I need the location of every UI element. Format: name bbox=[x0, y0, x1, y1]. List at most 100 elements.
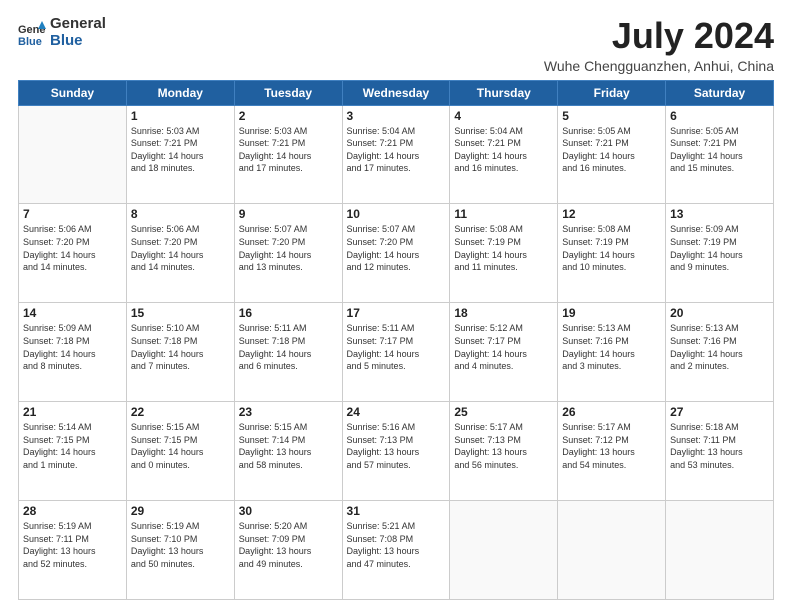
cell-info: Sunrise: 5:07 AM Sunset: 7:20 PM Dayligh… bbox=[347, 223, 446, 273]
logo-general-text: General bbox=[50, 16, 106, 33]
calendar-cell: 7 Sunrise: 5:06 AM Sunset: 7:20 PM Daylig… bbox=[19, 204, 127, 303]
calendar-cell: 14Sunrise: 5:09 AM Sunset: 7:18 PM Dayli… bbox=[19, 303, 127, 402]
calendar-cell: 23 Sunrise: 5:15 AM Sunset: 7:14 PM Dayli… bbox=[234, 402, 342, 501]
calendar-header-row: SundayMondayTuesdayWednesdayThursdayFrid… bbox=[19, 80, 774, 105]
cell-info: Sunrise: 5:17 AM Sunset: 7:12 PM Dayligh… bbox=[562, 421, 661, 471]
calendar-cell: 16 Sunrise: 5:11 AM Sunset: 7:18 PM Dayli… bbox=[234, 303, 342, 402]
title-location: Wuhe Chengguanzhen, Anhui, China bbox=[544, 58, 774, 74]
calendar-cell bbox=[450, 501, 558, 600]
calendar-cell bbox=[666, 501, 774, 600]
day-number: 31 bbox=[347, 504, 446, 518]
day-number: 27 bbox=[670, 405, 769, 419]
day-number: 18 bbox=[454, 306, 553, 320]
calendar-week-4: 21 Sunrise: 5:14 AM Sunset: 7:15 PM Dayli… bbox=[19, 402, 774, 501]
calendar-cell: 9 Sunrise: 5:07 AM Sunset: 7:20 PM Daylig… bbox=[234, 204, 342, 303]
cell-info: Sunrise: 5:20 AM Sunset: 7:09 PM Dayligh… bbox=[239, 520, 338, 570]
day-number: 19 bbox=[562, 306, 661, 320]
cell-info: Sunrise: 5:08 AM Sunset: 7:19 PM Dayligh… bbox=[454, 223, 553, 273]
calendar-cell: 12 Sunrise: 5:08 AM Sunset: 7:19 PM Dayli… bbox=[558, 204, 666, 303]
calendar-cell bbox=[19, 105, 127, 204]
cell-info: Sunrise: 5:03 AM Sunset: 7:21 PM Dayligh… bbox=[239, 125, 338, 175]
day-number: 4 bbox=[454, 109, 553, 123]
calendar-week-2: 7 Sunrise: 5:06 AM Sunset: 7:20 PM Daylig… bbox=[19, 204, 774, 303]
svg-text:Blue: Blue bbox=[18, 36, 42, 47]
day-number: 20 bbox=[670, 306, 769, 320]
logo: General Blue General Blue bbox=[18, 16, 106, 49]
calendar-cell: 6Sunrise: 5:05 AM Sunset: 7:21 PM Daylig… bbox=[666, 105, 774, 204]
cell-info: Sunrise: 5:21 AM Sunset: 7:08 PM Dayligh… bbox=[347, 520, 446, 570]
day-number: 12 bbox=[562, 207, 661, 221]
calendar-header-thursday: Thursday bbox=[450, 80, 558, 105]
day-number: 23 bbox=[239, 405, 338, 419]
calendar-cell: 2Sunrise: 5:03 AM Sunset: 7:21 PM Daylig… bbox=[234, 105, 342, 204]
calendar-week-1: 1Sunrise: 5:03 AM Sunset: 7:21 PM Daylig… bbox=[19, 105, 774, 204]
calendar-cell: 25 Sunrise: 5:17 AM Sunset: 7:13 PM Dayli… bbox=[450, 402, 558, 501]
calendar-header-monday: Monday bbox=[126, 80, 234, 105]
calendar-cell: 1Sunrise: 5:03 AM Sunset: 7:21 PM Daylig… bbox=[126, 105, 234, 204]
cell-info: Sunrise: 5:17 AM Sunset: 7:13 PM Dayligh… bbox=[454, 421, 553, 471]
cell-info: Sunrise: 5:14 AM Sunset: 7:15 PM Dayligh… bbox=[23, 421, 122, 471]
day-number: 11 bbox=[454, 207, 553, 221]
calendar-cell: 27 Sunrise: 5:18 AM Sunset: 7:11 PM Dayli… bbox=[666, 402, 774, 501]
day-number: 13 bbox=[670, 207, 769, 221]
calendar-cell: 5Sunrise: 5:05 AM Sunset: 7:21 PM Daylig… bbox=[558, 105, 666, 204]
logo-text: General Blue bbox=[50, 16, 106, 49]
calendar-cell: 18Sunrise: 5:12 AM Sunset: 7:17 PM Dayli… bbox=[450, 303, 558, 402]
calendar-cell: 21 Sunrise: 5:14 AM Sunset: 7:15 PM Dayli… bbox=[19, 402, 127, 501]
cell-info: Sunrise: 5:13 AM Sunset: 7:16 PM Dayligh… bbox=[670, 322, 769, 372]
page: General Blue General Blue July 2024 Wuhe… bbox=[0, 0, 792, 612]
cell-info: Sunrise: 5:11 AM Sunset: 7:18 PM Dayligh… bbox=[239, 322, 338, 372]
day-number: 30 bbox=[239, 504, 338, 518]
calendar-cell: 13Sunrise: 5:09 AM Sunset: 7:19 PM Dayli… bbox=[666, 204, 774, 303]
cell-info: Sunrise: 5:08 AM Sunset: 7:19 PM Dayligh… bbox=[562, 223, 661, 273]
calendar-cell bbox=[558, 501, 666, 600]
cell-info: Sunrise: 5:18 AM Sunset: 7:11 PM Dayligh… bbox=[670, 421, 769, 471]
cell-info: Sunrise: 5:19 AM Sunset: 7:11 PM Dayligh… bbox=[23, 520, 122, 570]
day-number: 10 bbox=[347, 207, 446, 221]
calendar-cell: 30 Sunrise: 5:20 AM Sunset: 7:09 PM Dayli… bbox=[234, 501, 342, 600]
cell-info: Sunrise: 5:07 AM Sunset: 7:20 PM Dayligh… bbox=[239, 223, 338, 273]
calendar-header-tuesday: Tuesday bbox=[234, 80, 342, 105]
cell-info: Sunrise: 5:04 AM Sunset: 7:21 PM Dayligh… bbox=[454, 125, 553, 175]
cell-info: Sunrise: 5:19 AM Sunset: 7:10 PM Dayligh… bbox=[131, 520, 230, 570]
cell-info: Sunrise: 5:05 AM Sunset: 7:21 PM Dayligh… bbox=[562, 125, 661, 175]
calendar-cell: 3Sunrise: 5:04 AM Sunset: 7:21 PM Daylig… bbox=[342, 105, 450, 204]
day-number: 16 bbox=[239, 306, 338, 320]
calendar-cell: 20 Sunrise: 5:13 AM Sunset: 7:16 PM Dayli… bbox=[666, 303, 774, 402]
day-number: 24 bbox=[347, 405, 446, 419]
calendar-header-friday: Friday bbox=[558, 80, 666, 105]
calendar-header-sunday: Sunday bbox=[19, 80, 127, 105]
calendar-week-3: 14Sunrise: 5:09 AM Sunset: 7:18 PM Dayli… bbox=[19, 303, 774, 402]
day-number: 9 bbox=[239, 207, 338, 221]
calendar-cell: 8 Sunrise: 5:06 AM Sunset: 7:20 PM Daylig… bbox=[126, 204, 234, 303]
calendar-cell: 24 Sunrise: 5:16 AM Sunset: 7:13 PM Dayli… bbox=[342, 402, 450, 501]
calendar-cell: 15Sunrise: 5:10 AM Sunset: 7:18 PM Dayli… bbox=[126, 303, 234, 402]
cell-info: Sunrise: 5:03 AM Sunset: 7:21 PM Dayligh… bbox=[131, 125, 230, 175]
calendar-cell: 26 Sunrise: 5:17 AM Sunset: 7:12 PM Dayli… bbox=[558, 402, 666, 501]
calendar-cell: 22Sunrise: 5:15 AM Sunset: 7:15 PM Dayli… bbox=[126, 402, 234, 501]
logo-blue-text: Blue bbox=[50, 33, 106, 50]
day-number: 14 bbox=[23, 306, 122, 320]
day-number: 25 bbox=[454, 405, 553, 419]
day-number: 7 bbox=[23, 207, 122, 221]
day-number: 8 bbox=[131, 207, 230, 221]
calendar-header-saturday: Saturday bbox=[666, 80, 774, 105]
day-number: 26 bbox=[562, 405, 661, 419]
cell-info: Sunrise: 5:16 AM Sunset: 7:13 PM Dayligh… bbox=[347, 421, 446, 471]
title-month: July 2024 bbox=[544, 16, 774, 56]
day-number: 21 bbox=[23, 405, 122, 419]
cell-info: Sunrise: 5:06 AM Sunset: 7:20 PM Dayligh… bbox=[131, 223, 230, 273]
calendar-cell: 19 Sunrise: 5:13 AM Sunset: 7:16 PM Dayli… bbox=[558, 303, 666, 402]
calendar-table: SundayMondayTuesdayWednesdayThursdayFrid… bbox=[18, 80, 774, 600]
day-number: 6 bbox=[670, 109, 769, 123]
cell-info: Sunrise: 5:15 AM Sunset: 7:14 PM Dayligh… bbox=[239, 421, 338, 471]
day-number: 15 bbox=[131, 306, 230, 320]
header: General Blue General Blue July 2024 Wuhe… bbox=[18, 16, 774, 74]
cell-info: Sunrise: 5:13 AM Sunset: 7:16 PM Dayligh… bbox=[562, 322, 661, 372]
calendar-cell: 11 Sunrise: 5:08 AM Sunset: 7:19 PM Dayli… bbox=[450, 204, 558, 303]
day-number: 29 bbox=[131, 504, 230, 518]
day-number: 3 bbox=[347, 109, 446, 123]
calendar-week-5: 28Sunrise: 5:19 AM Sunset: 7:11 PM Dayli… bbox=[19, 501, 774, 600]
calendar-cell: 31 Sunrise: 5:21 AM Sunset: 7:08 PM Dayli… bbox=[342, 501, 450, 600]
cell-info: Sunrise: 5:06 AM Sunset: 7:20 PM Dayligh… bbox=[23, 223, 122, 273]
